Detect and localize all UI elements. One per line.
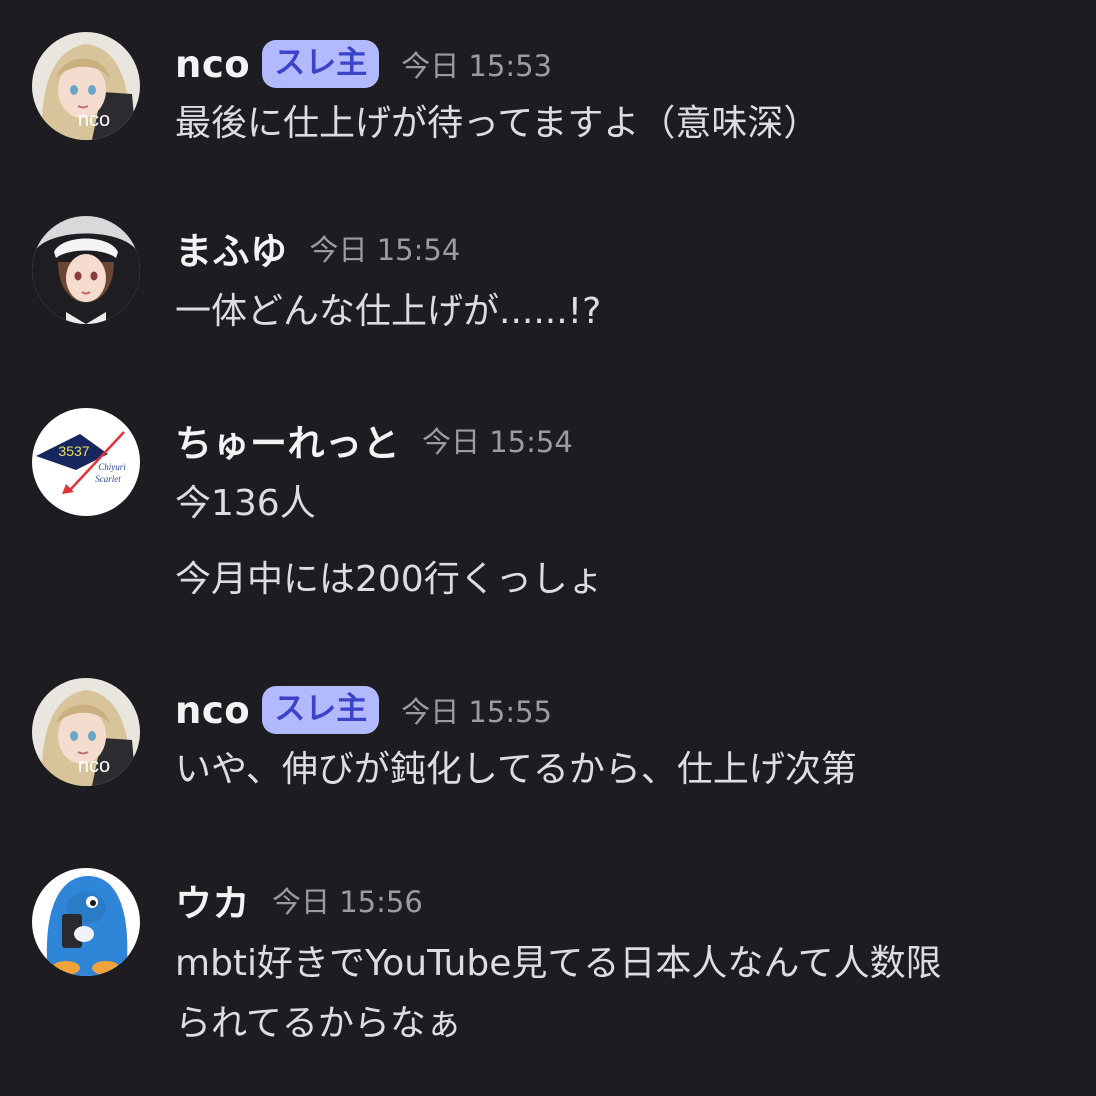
avatar-nco[interactable]: nco	[32, 678, 140, 786]
message-text: 一体どんな仕上げが......!?	[175, 291, 602, 332]
anime-girl-avatar-icon: nco	[32, 678, 140, 786]
svg-text:3537: 3537	[58, 443, 89, 459]
svg-text:nco: nco	[78, 755, 110, 777]
timestamp: 今日 15:56	[272, 885, 423, 919]
avatar-nco[interactable]: nco	[32, 32, 140, 140]
avatar-uka[interactable]	[32, 868, 140, 976]
message-text: 今136人	[175, 483, 316, 524]
author-name[interactable]: nco	[175, 43, 250, 86]
timestamp: 今日 15:54	[309, 233, 461, 267]
chat-log: nco nco スレ主 今日 15:53 最後に仕上げが待ってますよ（意味深）	[0, 0, 1096, 1096]
message-text: いや、伸びが鈍化してるから、仕上げ次第	[175, 749, 857, 790]
message-text: mbti好きでYouTube見てる日本人なんて人数限	[175, 943, 942, 984]
message-header: まふゆ 今日 15:54	[175, 216, 1072, 280]
message-text: られてるからなぁ	[175, 1003, 462, 1044]
anime-girl-avatar-icon: nco	[32, 32, 140, 140]
message-header: nco スレ主 今日 15:55	[175, 678, 1072, 742]
message-content: nco スレ主 今日 15:55 いや、伸びが鈍化してるから、仕上げ次第	[175, 678, 1072, 794]
author-name[interactable]: nco	[175, 689, 250, 732]
timestamp: 今日 15:53	[401, 49, 552, 83]
scarlet-logo-avatar-icon: 3537 Chiyuri Scarlet	[32, 408, 140, 516]
message-header: nco スレ主 今日 15:53	[175, 32, 1072, 96]
timestamp: 今日 15:55	[401, 695, 552, 729]
op-badge: スレ主	[262, 40, 380, 88]
op-badge: スレ主	[262, 686, 380, 734]
message-content: ちゅーれっと 今日 15:54 今136人 今月中には200行くっしょ	[175, 408, 1072, 604]
message-content: ウカ 今日 15:56 mbti好きでYouTube見てる日本人なんて人数限 ら…	[175, 868, 1072, 1048]
svg-text:Scarlet: Scarlet	[95, 474, 121, 484]
nun-girl-avatar-icon	[32, 216, 140, 324]
message-content: まふゆ 今日 15:54 一体どんな仕上げが......!?	[175, 216, 1072, 336]
message-header: ちゅーれっと 今日 15:54	[175, 408, 1072, 472]
author-name[interactable]: まふゆ	[175, 221, 288, 275]
message-content: nco スレ主 今日 15:53 最後に仕上げが待ってますよ（意味深）	[175, 32, 1072, 148]
avatar-mafuyu[interactable]	[32, 216, 140, 324]
avatar-chuuretto[interactable]: 3537 Chiyuri Scarlet	[32, 408, 140, 516]
svg-text:Chiyuri: Chiyuri	[98, 462, 126, 472]
message-header: ウカ 今日 15:56	[175, 868, 1072, 932]
blue-penguin-avatar-icon	[32, 868, 140, 976]
author-name[interactable]: ちゅーれっと	[175, 413, 400, 467]
timestamp: 今日 15:54	[422, 425, 573, 459]
svg-text:nco: nco	[78, 109, 110, 131]
message-text: 今月中には200行くっしょ	[175, 559, 604, 600]
message-text: 最後に仕上げが待ってますよ（意味深）	[175, 103, 820, 144]
author-name[interactable]: ウカ	[175, 873, 250, 927]
